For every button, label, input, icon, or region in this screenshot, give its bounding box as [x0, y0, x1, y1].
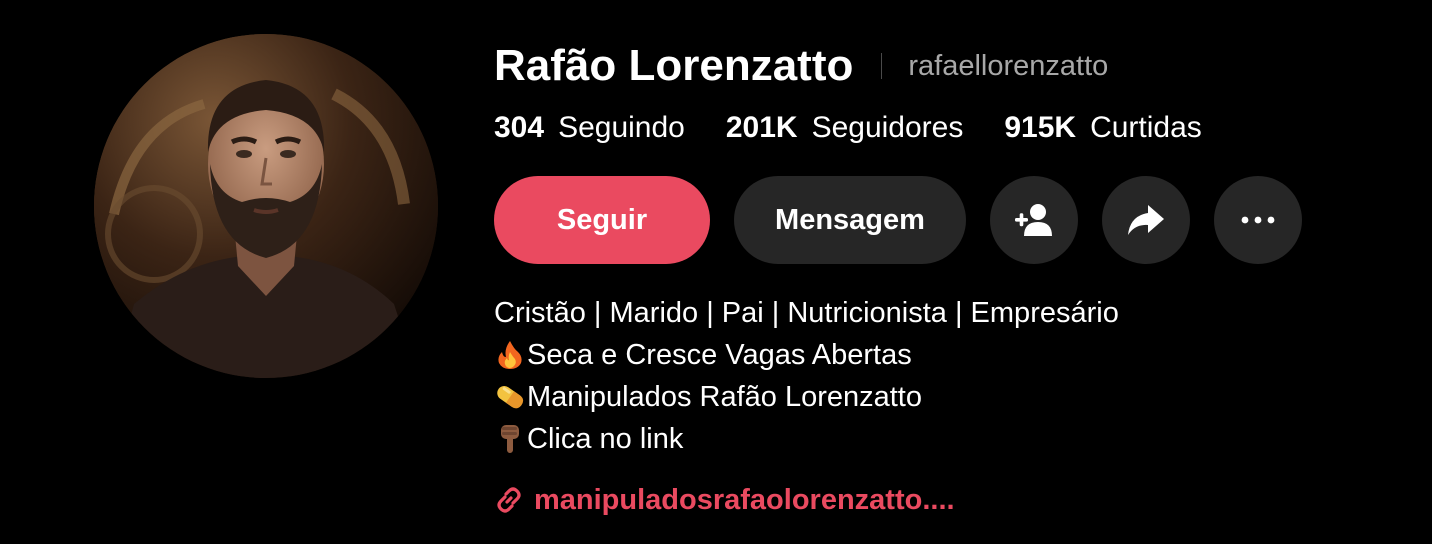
add-user-icon [1015, 204, 1052, 236]
profile-header: Rafão Lorenzatto rafaellorenzatto [494, 38, 1108, 94]
stat-likes-count: 915K [1004, 111, 1077, 144]
display-name: Rafão Lorenzatto [494, 41, 854, 90]
stat-following-label: Seguindo [558, 111, 685, 144]
bio-text-2: Seca e Cresce Vagas Abertas [527, 339, 912, 371]
bio-line: Seca e Cresce Vagas Abertas [494, 334, 1119, 376]
stat-followers[interactable]: 201K Seguidores [726, 111, 964, 145]
avatar[interactable] [94, 34, 438, 378]
stat-likes: 915K Curtidas [1004, 111, 1201, 145]
bio-line: Cristão | Marido | Pai | Nutricionista |… [494, 292, 1119, 334]
more-button[interactable] [1214, 176, 1302, 264]
profile-link-text: manipuladosrafaolorenzatto.... [534, 483, 955, 516]
bio-line: Manipulados Rafão Lorenzatto [494, 376, 1119, 418]
profile-page: Rafão Lorenzatto rafaellorenzatto 304 Se… [0, 0, 1432, 544]
bio-line: Clica no link [494, 418, 1119, 460]
bio-text-4: Clica no link [527, 423, 684, 455]
share-icon [1128, 205, 1164, 235]
pointing-down-emoji-icon [494, 423, 526, 455]
more-icon [1241, 216, 1275, 224]
avatar-photo [94, 34, 438, 378]
link-icon [494, 485, 524, 515]
profile-link[interactable]: manipuladosrafaolorenzatto.... [494, 478, 955, 522]
add-friend-button[interactable] [990, 176, 1078, 264]
stat-following-count: 304 [494, 111, 545, 144]
bio-text-1: Cristão | Marido | Pai | Nutricionista |… [494, 297, 1119, 329]
header-divider [881, 53, 883, 79]
share-button[interactable] [1102, 176, 1190, 264]
bio-text-3: Manipulados Rafão Lorenzatto [527, 381, 922, 413]
message-button[interactable]: Mensagem [734, 176, 966, 264]
fire-emoji-icon [494, 339, 526, 371]
username: rafaellorenzatto [908, 49, 1109, 82]
stat-following[interactable]: 304 Seguindo [494, 111, 685, 145]
profile-actions: Seguir Mensagem [494, 176, 1302, 264]
pill-emoji-icon [494, 381, 526, 413]
stat-likes-label: Curtidas [1090, 111, 1202, 144]
profile-stats: 304 Seguindo 201K Seguidores 915K Curtid… [494, 106, 1243, 150]
profile-bio: Cristão | Marido | Pai | Nutricionista |… [494, 292, 1119, 460]
follow-button[interactable]: Seguir [494, 176, 710, 264]
stat-followers-label: Seguidores [811, 111, 964, 144]
stat-followers-count: 201K [725, 111, 798, 144]
